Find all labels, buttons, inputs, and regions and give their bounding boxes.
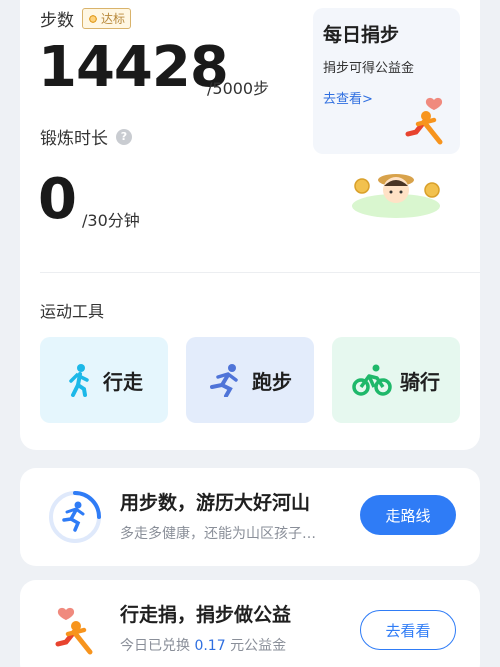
charity-card-subtitle: 今日已兑换 0.17 元公益金 (120, 635, 286, 655)
tool-bike-label: 骑行 (400, 369, 440, 394)
steps-goal: /5000步 (207, 79, 270, 98)
route-progress-icon (49, 491, 101, 543)
cycling-person-icon (352, 364, 392, 396)
activity-card: 步数 达标 14428 /5000步 锻炼时长 ? 0 /30分钟 每日捐步 捐… (20, 0, 480, 450)
daily-donation-subtitle: 捐步可得公益金 (323, 61, 415, 76)
charity-card[interactable]: 行走捐，捐步做公益 今日已兑换 0.17 元公益金 去看看 (20, 580, 480, 667)
daily-donation-title: 每日捐步 (323, 24, 400, 46)
exercise-value: 0 (38, 167, 77, 232)
section-divider (40, 272, 480, 273)
avatar-illustration (352, 174, 440, 218)
daily-donation-box[interactable]: 每日捐步 捐步可得公益金 去查看> (313, 8, 460, 154)
exchanged-suffix: 元公益金 (230, 638, 287, 654)
tool-bike-button[interactable]: 骑行 (332, 337, 460, 423)
charity-card-title: 行走捐，捐步做公益 (120, 604, 292, 626)
charity-runner-icon (55, 607, 93, 655)
exercise-label: 锻炼时长 (40, 129, 108, 149)
medal-icon (88, 13, 98, 24)
steps-label-row: 步数 达标 (40, 6, 132, 31)
exchanged-amount: 0.17 (194, 638, 226, 654)
walking-person-icon (69, 364, 89, 397)
help-icon[interactable]: ? (116, 128, 132, 145)
route-card-subtitle: 多走多健康，还能为山区孩子… (120, 526, 316, 542)
walk-route-button[interactable]: 走路线 (360, 495, 456, 535)
route-card-title: 用步数，游历大好河山 (120, 492, 311, 514)
charity-runner-icon (405, 97, 443, 145)
tool-walk-label: 行走 (103, 369, 143, 394)
tool-run-label: 跑步 (252, 369, 292, 394)
tool-run-button[interactable]: 跑步 (186, 337, 314, 423)
goal-reached-badge: 达标 (82, 8, 132, 29)
exercise-label-row: 锻炼时长 ? (40, 124, 132, 149)
view-charity-button[interactable]: 去看看 (360, 610, 456, 650)
running-person-icon (210, 364, 238, 397)
steps-value: 14428 (38, 35, 229, 100)
steps-label: 步数 (40, 11, 74, 31)
route-card[interactable]: 用步数，游历大好河山 多走多健康，还能为山区孩子… 走路线 (20, 468, 480, 566)
exchanged-prefix: 今日已兑换 (120, 638, 190, 654)
badge-label: 达标 (101, 12, 126, 26)
tools-title: 运动工具 (40, 302, 105, 321)
exercise-goal: /30分钟 (82, 211, 140, 230)
tool-walk-button[interactable]: 行走 (40, 337, 168, 423)
